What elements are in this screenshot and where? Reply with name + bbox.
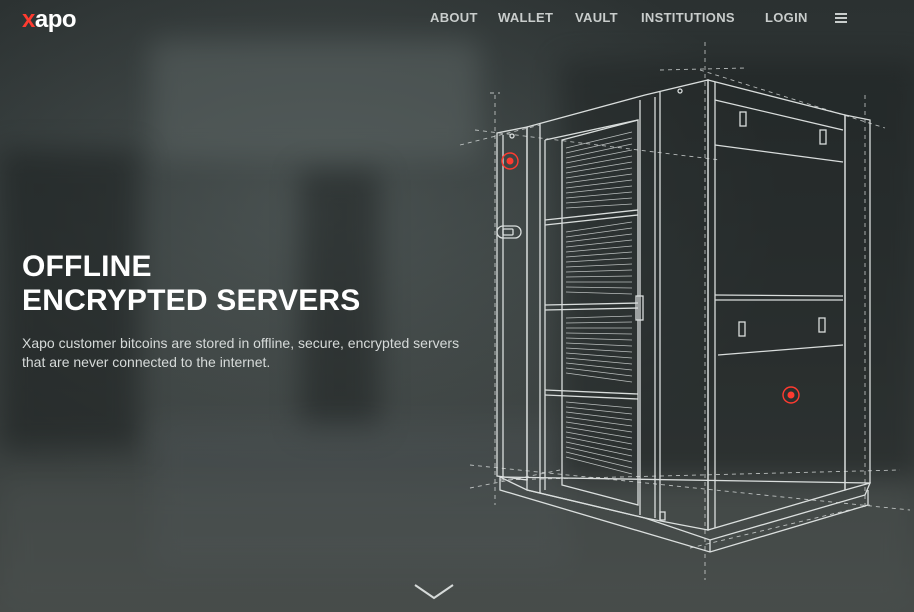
nav-institutions[interactable]: INSTITUTIONS (641, 10, 735, 25)
nav-login[interactable]: LOGIN (765, 10, 808, 25)
nav-wallet[interactable]: WALLET (498, 10, 553, 25)
hamburger-icon[interactable] (835, 13, 847, 23)
headline-line-1: OFFLINE (22, 250, 152, 283)
logo-rest: apo (34, 6, 77, 33)
chevron-down-icon[interactable] (413, 582, 455, 602)
red-indicator-dot (782, 386, 800, 404)
nav-about[interactable]: ABOUT (430, 10, 478, 25)
headline-line-2: ENCRYPTED SERVERS (22, 284, 361, 317)
nav-vault[interactable]: VAULT (575, 10, 618, 25)
red-indicator-dot (501, 152, 519, 170)
hero-headline: OFFLINE ENCRYPTED SERVERS (22, 250, 360, 318)
hero-page: xapo ABOUT WALLET VAULT INSTITUTIONS LOG… (0, 0, 914, 612)
server-rack-illustration (459, 42, 911, 580)
logo[interactable]: xapo (22, 6, 77, 34)
hero-description: Xapo customer bitcoins are stored in off… (22, 335, 460, 370)
background-blur (150, 40, 480, 160)
